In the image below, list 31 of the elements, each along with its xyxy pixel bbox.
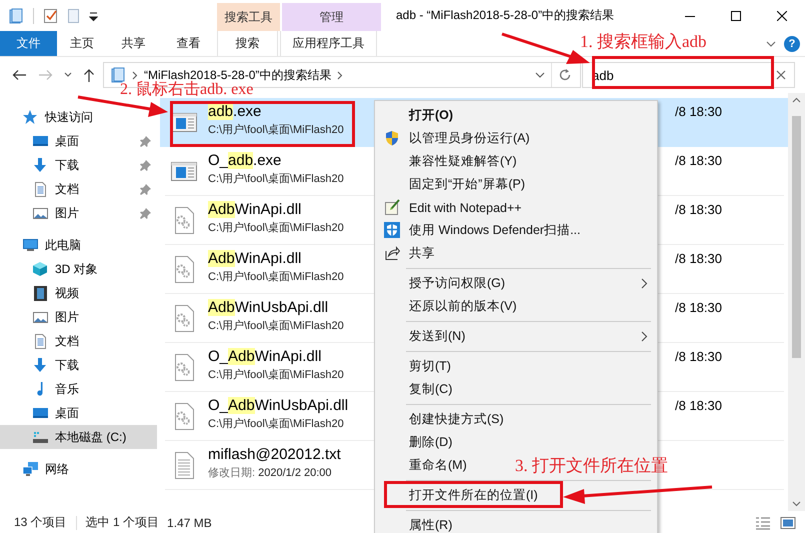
file-name: O_AdbWinUsbApi.dll xyxy=(208,396,348,415)
file-name: AdbWinApi.dll xyxy=(208,249,302,268)
file-date: /8 18:30 xyxy=(675,250,723,266)
selection-count: 选中 1 个项目 xyxy=(86,514,160,531)
file-date: /8 18:30 xyxy=(675,103,723,119)
file-name: AdbWinUsbApi.dll xyxy=(208,298,328,317)
file-detail: C:\用户\fool\桌面\MiFlash20 xyxy=(208,368,344,383)
annotation-text: 1. 搜索框输入adb xyxy=(580,32,707,52)
file-name: O_adb.exe xyxy=(208,151,282,170)
file-detail: C:\用户\fool\桌面\MiFlash20 xyxy=(208,270,344,285)
file-date: /8 18:30 xyxy=(675,299,723,315)
file-name: AdbWinApi.dll xyxy=(208,200,302,219)
file-detail: C:\用户\fool\桌面\MiFlash20 xyxy=(208,172,344,187)
file-detail: 修改日期: 2020/1/2 20:00 xyxy=(208,466,332,481)
file-name: O_AdbWinApi.dll xyxy=(208,347,322,366)
file-date: /8 18:30 xyxy=(675,201,723,217)
item-count: 13 个项目 xyxy=(14,514,67,531)
file-detail: C:\用户\fool\桌面\MiFlash20 xyxy=(208,318,344,334)
file-name: adb.exe xyxy=(208,102,262,121)
file-detail: C:\用户\fool\桌面\MiFlash20 xyxy=(208,220,344,236)
file-date: /8 18:30 xyxy=(675,348,723,364)
window-title: adb - “MiFlash2018-5-28-0”中的搜索结果 xyxy=(395,7,616,24)
file-detail: C:\用户\fool\桌面\MiFlash20 xyxy=(208,122,344,138)
file-detail: C:\用户\fool\桌面\MiFlash20 xyxy=(208,416,344,432)
context-tab-header: 管理 xyxy=(282,3,381,31)
selection-size: 1.47 MB xyxy=(167,516,212,530)
file-name: miflash@202012.txt xyxy=(208,445,341,464)
context-tab-header: 搜索工具 xyxy=(217,3,280,31)
file-date: /8 18:30 xyxy=(675,397,723,413)
file-date: /8 18:30 xyxy=(675,152,723,168)
annotation-text: 3. 打开文件所在位置 xyxy=(515,456,668,476)
